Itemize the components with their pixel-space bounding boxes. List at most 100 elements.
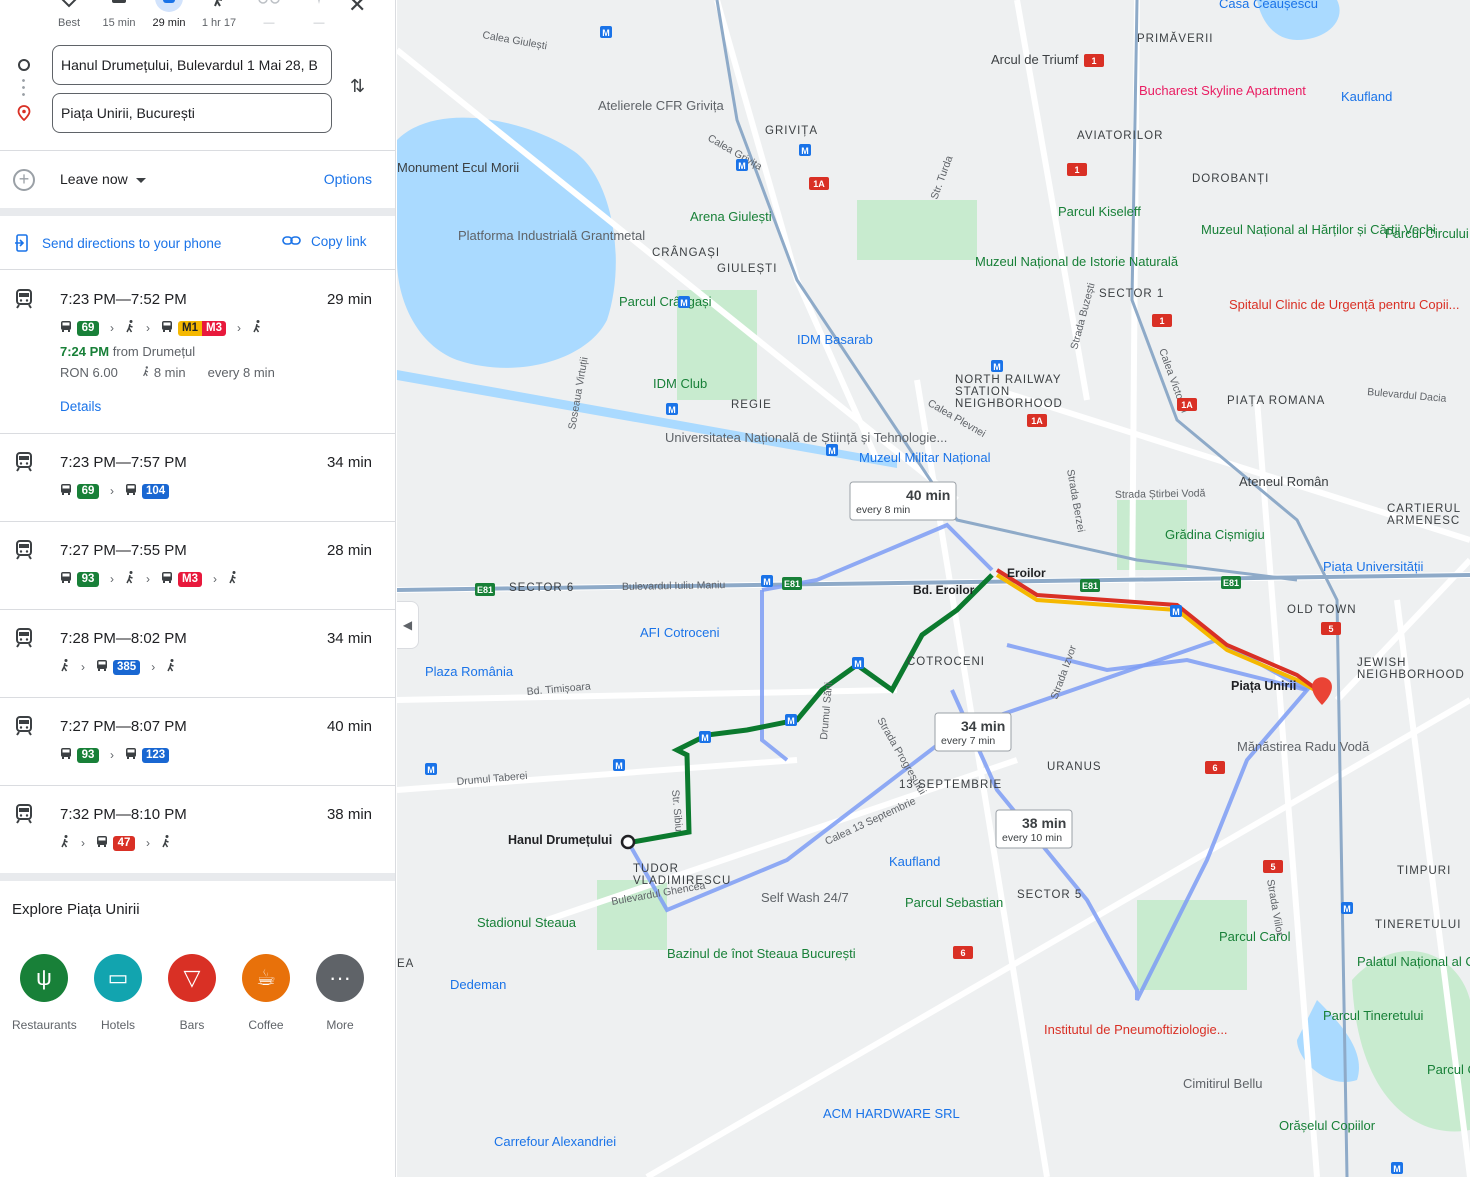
explore-more[interactable]: ··· More	[308, 954, 372, 1032]
place-label[interactable]: Parcul Kiseleff	[1058, 204, 1141, 219]
road-badge-label: 5	[1270, 862, 1275, 872]
place-label[interactable]: Dedeman	[450, 977, 506, 992]
mode-transit[interactable]: 29 min	[145, 0, 193, 29]
district-label: TINERETULUI	[1375, 919, 1461, 931]
send-to-phone-button[interactable]: Send directions to your phone	[14, 234, 221, 252]
metro-station-glyph: M	[615, 761, 623, 771]
place-label[interactable]: Ateneul Român	[1239, 474, 1329, 489]
place-label[interactable]: Casa Ceaușescu	[1219, 0, 1318, 11]
road-badge-label: E81	[477, 585, 493, 595]
place-label[interactable]: AFI Cotroceni	[640, 625, 720, 640]
place-label[interactable]: Bucharest Skyline Apartment	[1139, 83, 1306, 98]
trip-duration: 34 min	[326, 454, 372, 471]
place-label[interactable]: IDM Club	[653, 376, 707, 391]
add-stop-icon[interactable]: +	[13, 169, 35, 191]
trip-option[interactable]: 7:28 PM—8:02 PM 34 min › 385 ›	[0, 610, 395, 698]
swap-directions-icon[interactable]: ⇅	[350, 76, 365, 97]
place-label[interactable]: Parcul Tineretului	[1323, 1008, 1424, 1023]
map-canvas[interactable]: 40 min every 8 min 34 min every 7 min 38 min…	[397, 0, 1470, 1177]
road-badge-label: E81	[1082, 581, 1098, 591]
options-button[interactable]: Options	[324, 171, 372, 187]
place-label[interactable]: Monument Ecul Morii	[397, 160, 519, 175]
trip-option[interactable]: 7:23 PM—7:57 PM 34 min 69 › 104	[0, 434, 395, 522]
place-label[interactable]: Parcul Sebastian	[905, 895, 1003, 910]
place-label[interactable]: Piața Unirii	[1231, 679, 1296, 693]
place-label[interactable]: IDM Basarab	[797, 332, 873, 347]
road-badge-label: 6	[960, 948, 965, 958]
walk-icon	[125, 320, 135, 336]
mode-flight[interactable]: —	[295, 0, 343, 29]
chevron-left-icon: ◀	[402, 618, 413, 632]
place-label[interactable]: Kaufland	[1341, 89, 1392, 104]
metro-station-glyph: M	[602, 28, 610, 38]
place-label[interactable]: Institutul de Pneumoftiziologie...	[1044, 1022, 1228, 1037]
trip-legs: › 47 ›	[60, 834, 171, 852]
place-label[interactable]: Grădina Cișmigiu	[1165, 527, 1265, 542]
place-label[interactable]: Self Wash 24/7	[761, 890, 849, 905]
route-inputs: Hanul Drumețului, Bulevardul 1 Mai 28, B…	[0, 44, 395, 136]
place-label[interactable]: Hanul Drumețului	[508, 833, 612, 847]
place-label[interactable]: ACM HARDWARE SRL	[823, 1106, 960, 1121]
stop-label[interactable]: Eroilor	[1007, 566, 1046, 580]
map-layer: 40 minevery 8 min 34 minevery 7 min 38 min…	[397, 0, 1470, 1177]
stop-label[interactable]: Bd. Eroilor	[913, 583, 975, 597]
metro-icon	[161, 320, 173, 336]
trip-legs: 93 › 123	[60, 746, 170, 764]
metro-station-glyph: M	[854, 659, 862, 669]
place-label[interactable]: Muzeul Militar Național	[859, 450, 991, 465]
place-label[interactable]: Carrefour Alexandriei	[494, 1134, 616, 1149]
place-label[interactable]: Parcul Circului	[1385, 226, 1469, 241]
trip-option[interactable]: 7:23 PM—7:52 PM 29 min 69 › › M1 M3 › 7:24 PM fr…	[0, 271, 395, 434]
origin-input[interactable]: Hanul Drumețului, Bulevardul 1 Mai 28, B	[52, 45, 332, 85]
close-icon[interactable]: ✕	[348, 0, 366, 18]
road-badge-label: 1A	[813, 179, 825, 189]
place-label[interactable]: Parcul Cop	[1427, 1062, 1470, 1077]
place-label[interactable]: Arcul de Triumf	[991, 52, 1079, 67]
explore-coffee[interactable]: ☕ Coffee	[234, 954, 298, 1032]
explore-bars[interactable]: ▽ Bars	[160, 954, 224, 1032]
details-link[interactable]: Details	[60, 399, 101, 414]
district-label: DOROBANȚI	[1192, 173, 1269, 185]
place-label[interactable]: Mănăstirea Radu Vodă	[1237, 739, 1370, 754]
place-label[interactable]: Parcul Crângași	[619, 294, 712, 309]
place-label[interactable]: Universitatea Națională de Știință și Te…	[665, 430, 947, 445]
leave-now-dropdown[interactable]: Leave now	[60, 171, 146, 187]
place-label[interactable]: Palatul Național al Copiilor din Bucureș…	[1357, 954, 1470, 969]
place-label[interactable]: Arena Giulești	[690, 209, 772, 224]
bus-icon	[60, 483, 72, 499]
destination-input[interactable]: Piața Unirii, București	[52, 93, 332, 133]
collapse-panel-button[interactable]: ◀	[397, 601, 419, 649]
place-label[interactable]: Cimitirul Bellu	[1183, 1076, 1262, 1091]
place-label[interactable]: Plaza România	[425, 664, 514, 679]
mode-driving[interactable]: 15 min	[95, 0, 143, 29]
trip-option[interactable]: 7:27 PM—7:55 PM 28 min 93 › › M3 ›	[0, 522, 395, 610]
mode-cycling[interactable]: —	[245, 0, 293, 29]
copy-link-button[interactable]: Copy link	[282, 234, 367, 249]
mode-walking[interactable]: 1 hr 17	[195, 0, 243, 29]
place-label[interactable]: Piața Universității	[1323, 559, 1424, 574]
place-label[interactable]: Stadionul Steaua	[477, 915, 577, 930]
mode-best[interactable]: Best	[45, 0, 93, 29]
district-label: COTROCENI	[907, 656, 985, 668]
destination-pin-icon	[17, 105, 31, 126]
place-label[interactable]: Bazinul de înot Steaua București	[667, 946, 856, 961]
explore-restaurants[interactable]: ψ Restaurants	[12, 954, 77, 1032]
district-label: PRIMĂVERII	[1137, 32, 1213, 45]
street-label: Calea Giulești	[481, 29, 547, 52]
place-label[interactable]: Spitalul Clinic de Urgență pentru Copii.…	[1229, 297, 1460, 312]
place-label[interactable]: Platforma Industrială Grantmetal	[458, 228, 645, 243]
place-label[interactable]: Kaufland	[889, 854, 940, 869]
place-label[interactable]: Atelierele CFR Grivița	[598, 98, 724, 113]
place-label[interactable]: Orășelul Copiilor	[1279, 1118, 1376, 1133]
road	[1254, 399, 1320, 1177]
explore-hotels[interactable]: ▭ Hotels	[86, 954, 150, 1032]
callout-frequency: every 10 min	[1002, 832, 1062, 844]
line-badge: 104	[142, 483, 170, 499]
trip-duration: 29 min	[326, 291, 372, 308]
road-badge-label: 1	[1159, 316, 1164, 326]
place-label[interactable]: Muzeul Național de Istorie Naturală	[975, 254, 1179, 269]
train-icon	[14, 628, 34, 653]
transit-icon	[145, 0, 193, 12]
trip-option[interactable]: 7:32 PM—8:10 PM 38 min › 47 ›	[0, 786, 395, 874]
trip-option[interactable]: 7:27 PM—8:07 PM 40 min 93 › 123	[0, 698, 395, 786]
